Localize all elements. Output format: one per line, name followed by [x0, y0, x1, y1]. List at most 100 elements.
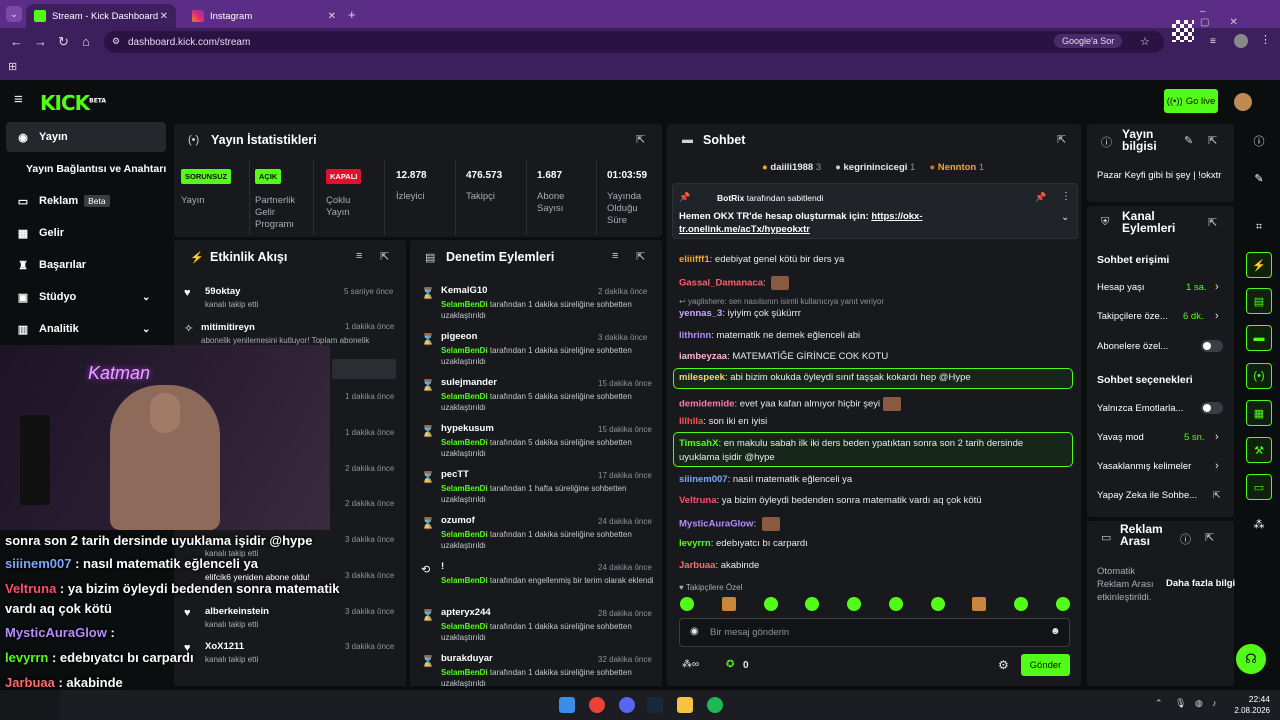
unpin-icon[interactable]: 📌 [1035, 192, 1046, 203]
microphone-icon[interactable]: 🎙 [1175, 698, 1186, 709]
emote-only-toggle[interactable] [1201, 402, 1223, 414]
emote-icon[interactable] [763, 597, 778, 611]
tab-kick-dashboard[interactable]: Stream - Kick Dashboard ✕ [26, 4, 176, 28]
top-gifter[interactable]: ● kegrinincicegi 1 [835, 162, 915, 173]
chevron-down-icon[interactable]: ⌄ [1061, 212, 1069, 223]
mod-user[interactable]: SelamBenDi [441, 438, 488, 447]
mod-user[interactable]: SelamBenDi [441, 668, 488, 677]
event-user[interactable]: alberkeinstein [205, 606, 269, 617]
sidebar-item-studyo[interactable]: ▣ Stüdyo ⌄ [6, 282, 166, 312]
emote-icon[interactable] [972, 597, 987, 611]
sidebar-item-yayin[interactable]: ◉ Yayın [6, 122, 166, 152]
profile-avatar[interactable] [1234, 34, 1248, 48]
chevron-right-icon[interactable]: › [1215, 431, 1219, 443]
infinity-icon[interactable]: ⁂∞ [682, 659, 699, 670]
edit-pencil-icon[interactable]: ✎ [1246, 165, 1272, 191]
broadcast-icon[interactable]: (•) [1246, 363, 1272, 389]
chat-username[interactable]: iambeyzaa [679, 351, 727, 362]
share-icon[interactable]: ⁂ [1246, 511, 1272, 537]
mod-target-user[interactable]: apteryx244 [441, 607, 491, 618]
close-tab-icon[interactable]: ✕ [328, 11, 336, 22]
chat-username[interactable]: Jarbuaa [679, 560, 715, 571]
chat-username[interactable]: MysticAuraGlow [679, 519, 753, 530]
sidebar-item-reklam[interactable]: ▭ Reklam Beta [6, 186, 166, 216]
mod-user[interactable]: SelamBenDi [441, 576, 488, 585]
chat-username[interactable]: Veltruna [679, 495, 717, 506]
window-controls[interactable]: –▢✕ [1200, 6, 1280, 28]
more-options-icon[interactable]: ⋮ [1061, 191, 1071, 202]
popout-icon[interactable]: ⇱ [1208, 134, 1217, 147]
popout-icon[interactable]: ⇱ [636, 133, 645, 146]
lightning-icon[interactable]: ⚡ [1246, 252, 1272, 278]
setting-label[interactable]: Yavaş mod [1097, 432, 1144, 443]
chat-username[interactable]: milespeek [679, 372, 725, 383]
subscribers-only-toggle[interactable] [1201, 340, 1223, 352]
file-explorer-icon[interactable] [677, 697, 693, 713]
filter-icon[interactable]: ≡ [612, 250, 618, 262]
google-ask-button[interactable]: Google'a Sor [1054, 34, 1123, 48]
popout-icon[interactable]: ⇱ [1057, 133, 1066, 146]
spotify-icon[interactable] [707, 697, 723, 713]
mod-target-user[interactable]: hypekusum [441, 423, 494, 434]
tab-instagram[interactable]: Instagram ✕ [184, 4, 344, 28]
chat-input[interactable]: ◉ Bir mesaj gönderin ☻ [679, 618, 1070, 647]
mod-user[interactable]: SelamBenDi [441, 622, 488, 631]
chat-username[interactable]: levyrrn [679, 538, 711, 549]
mod-user[interactable]: SelamBenDi [441, 392, 488, 401]
mod-target-user[interactable]: pigeeon [441, 331, 477, 342]
new-tab-icon[interactable]: + [348, 7, 356, 22]
kick-logo[interactable]: KICKBETA [40, 91, 106, 115]
setting-label[interactable]: Yapay Zeka ile Sohbe... [1097, 490, 1197, 501]
apps-grid-icon[interactable]: ⊞ [8, 60, 17, 73]
learn-more-link[interactable]: Daha fazla bilgi [1166, 578, 1235, 589]
emote-icon[interactable] [1014, 597, 1029, 611]
chevron-right-icon[interactable]: › [1215, 310, 1219, 322]
mod-target-user[interactable]: ozumof [441, 515, 475, 526]
chrome-icon[interactable] [589, 697, 605, 713]
info-icon[interactable]: ⓘ [1246, 128, 1272, 154]
mod-user[interactable]: SelamBenDi [441, 484, 488, 493]
mod-target-user[interactable]: pecTT [441, 469, 469, 480]
settings-gear-icon[interactable]: ⚙ [998, 658, 1009, 672]
setting-label[interactable]: Takipçilere öze... [1097, 311, 1168, 322]
network-icon[interactable]: ◍ [1195, 698, 1203, 709]
popout-icon[interactable]: ⇱ [380, 250, 389, 263]
sidebar-item-analitik[interactable]: ▥ Analitik ⌄ [6, 314, 166, 344]
tray-chevron-icon[interactable]: ⌃ [1155, 698, 1163, 709]
popout-icon[interactable]: ⇱ [636, 250, 645, 263]
mod-user[interactable]: SelamBenDi [441, 300, 488, 309]
user-avatar[interactable] [1234, 93, 1252, 111]
mod-user[interactable]: SelamBenDi [441, 530, 488, 539]
chevron-right-icon[interactable]: › [1215, 281, 1219, 293]
sidebar-item-gelir[interactable]: ▦ Gelir [6, 218, 166, 248]
info-icon[interactable]: ⓘ [1180, 531, 1191, 547]
reload-icon[interactable]: ↻ [58, 34, 69, 50]
home-icon[interactable]: ⌂ [82, 34, 90, 49]
setting-label[interactable]: Hesap yaşı [1097, 282, 1145, 293]
event-user[interactable]: mitimitireyn [201, 322, 255, 333]
sidebar-item-stream-key[interactable]: Yayın Bağlantısı ve Anahtarı [6, 154, 166, 184]
emote-icon[interactable] [930, 597, 945, 611]
steam-icon[interactable] [647, 697, 663, 713]
volume-icon[interactable]: ♪ [1212, 698, 1217, 708]
chat-username[interactable]: lithrinn [679, 330, 711, 341]
chat-username[interactable]: eliiifff1 [679, 254, 710, 265]
close-tab-icon[interactable]: ✕ [160, 11, 168, 22]
sidebar-item-basarilar[interactable]: ♜ Başarılar [6, 250, 166, 280]
focus-icon[interactable]: ⌗ [1246, 214, 1272, 240]
chat-username[interactable]: TimsahX [679, 438, 718, 449]
external-link-icon[interactable]: ⇱ [1213, 490, 1221, 501]
mod-target-user[interactable]: KemalG10 [441, 285, 487, 296]
popout-icon[interactable]: ⇱ [1208, 216, 1217, 229]
chat-username[interactable]: lllhlla [679, 416, 703, 427]
popout-icon[interactable]: ⇱ [1205, 531, 1214, 544]
mod-target-user[interactable]: burakduyar [441, 653, 493, 664]
edit-pencil-icon[interactable]: ✎ [1184, 134, 1193, 147]
extension-icon[interactable] [1172, 20, 1194, 42]
go-live-button[interactable]: ((•)) Go live [1164, 89, 1218, 113]
event-user[interactable]: 59oktay [205, 286, 240, 297]
emote-icon[interactable] [721, 597, 736, 611]
top-gifter[interactable]: ● Nennton 1 [929, 162, 984, 173]
forward-icon[interactable]: → [34, 34, 47, 49]
filter-icon[interactable]: ≡ [356, 250, 362, 262]
